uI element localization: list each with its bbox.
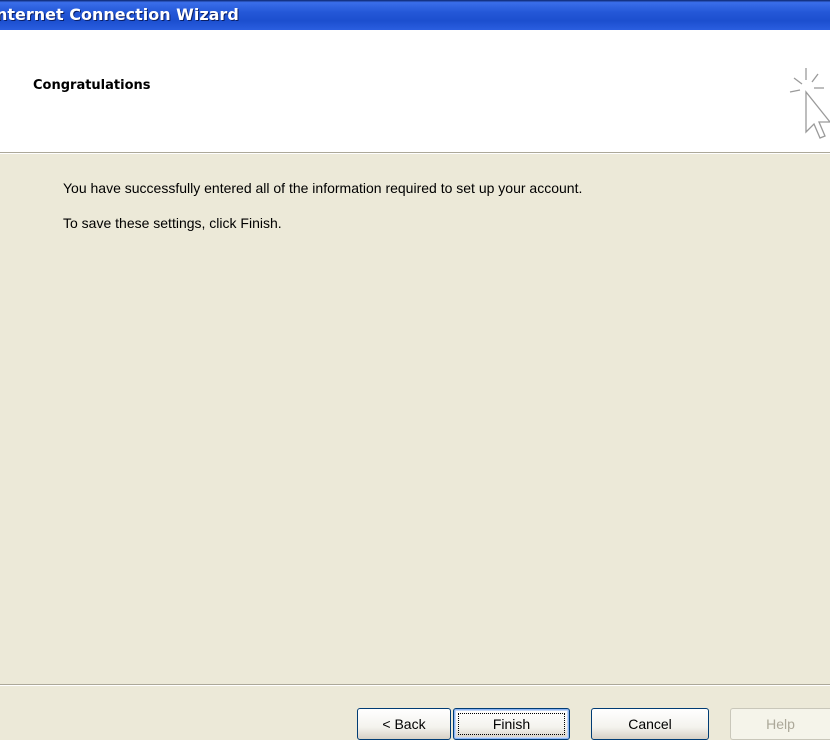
- header-separator: [0, 152, 830, 154]
- header-panel: [0, 61, 830, 152]
- footer-separator: [0, 684, 830, 686]
- focus-rectangle: [458, 713, 565, 735]
- help-button-label: Help: [766, 716, 795, 732]
- cancel-button-label: Cancel: [628, 716, 672, 732]
- page-title: Congratulations: [33, 78, 151, 93]
- window-title: nternet Connection Wizard: [0, 5, 239, 24]
- wizard-sparkle-cursor-icon: [784, 66, 830, 146]
- back-button[interactable]: < Back: [357, 708, 451, 740]
- help-button[interactable]: Help: [730, 708, 830, 740]
- finish-instruction: To save these settings, click Finish.: [63, 215, 282, 231]
- back-button-label: < Back: [382, 716, 426, 732]
- finish-button[interactable]: Finish: [453, 708, 570, 740]
- header-panel-top: [0, 30, 830, 61]
- title-bar[interactable]: nternet Connection Wizard: [0, 0, 830, 30]
- cancel-button[interactable]: Cancel: [591, 708, 709, 740]
- success-message: You have successfully entered all of the…: [63, 180, 583, 196]
